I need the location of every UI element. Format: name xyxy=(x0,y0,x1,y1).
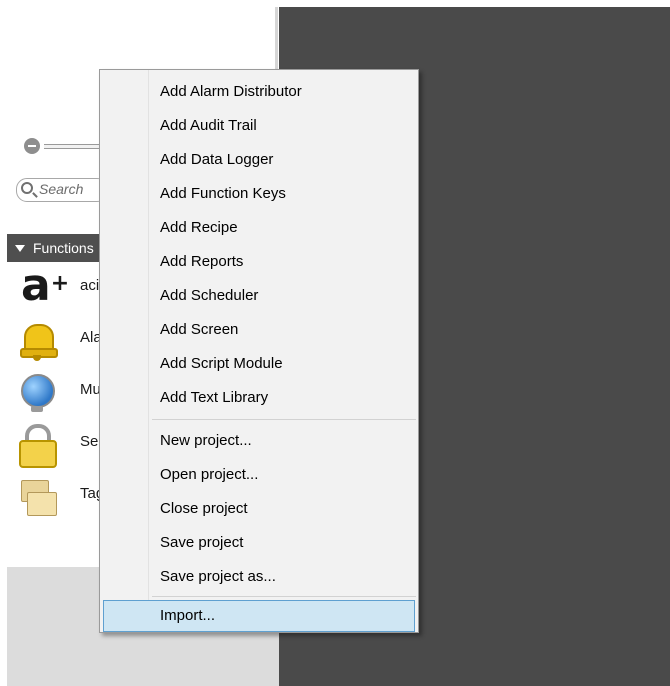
menu-item-save-project-as[interactable]: Save project as... xyxy=(103,561,415,593)
zoom-slider[interactable] xyxy=(44,144,104,149)
search-input[interactable] xyxy=(39,181,107,197)
menu-item-add-text-library[interactable]: Add Text Library xyxy=(103,382,415,414)
menu-item-save-project[interactable]: Save project xyxy=(103,527,415,559)
menu-item-add-function-keys[interactable]: Add Function Keys xyxy=(103,178,415,210)
menu-item-add-reports[interactable]: Add Reports xyxy=(103,246,415,278)
lock-icon xyxy=(15,424,57,468)
menu-item-add-script-module[interactable]: Add Script Module xyxy=(103,348,415,380)
context-menu: Add Alarm Distributor Add Audit Trail Ad… xyxy=(99,69,419,633)
menu-separator xyxy=(152,596,416,597)
menu-item-import[interactable]: Import... xyxy=(103,600,415,632)
menu-separator xyxy=(152,419,416,420)
search-icon xyxy=(21,182,33,194)
folders-icon xyxy=(15,476,57,516)
menu-item-add-data-logger[interactable]: Add Data Logger xyxy=(103,144,415,176)
menu-item-new-project[interactable]: New project... xyxy=(103,425,415,457)
menu-item-add-screen[interactable]: Add Screen xyxy=(103,314,415,346)
globe-icon xyxy=(15,372,55,412)
menu-item-add-alarm-distributor[interactable]: Add Alarm Distributor xyxy=(103,76,415,108)
menu-item-close-project[interactable]: Close project xyxy=(103,493,415,525)
menu-item-open-project[interactable]: Open project... xyxy=(103,459,415,491)
search-box[interactable] xyxy=(16,178,108,202)
a-plus-icon: a+ xyxy=(21,260,70,311)
section-header-label: Functions xyxy=(33,240,94,256)
bell-icon xyxy=(15,320,58,361)
menu-item-add-audit-trail[interactable]: Add Audit Trail xyxy=(103,110,415,142)
menu-item-add-recipe[interactable]: Add Recipe xyxy=(103,212,415,244)
zoom-out-icon[interactable] xyxy=(24,138,40,154)
collapse-triangle-icon[interactable] xyxy=(15,245,25,252)
menu-item-add-scheduler[interactable]: Add Scheduler xyxy=(103,280,415,312)
